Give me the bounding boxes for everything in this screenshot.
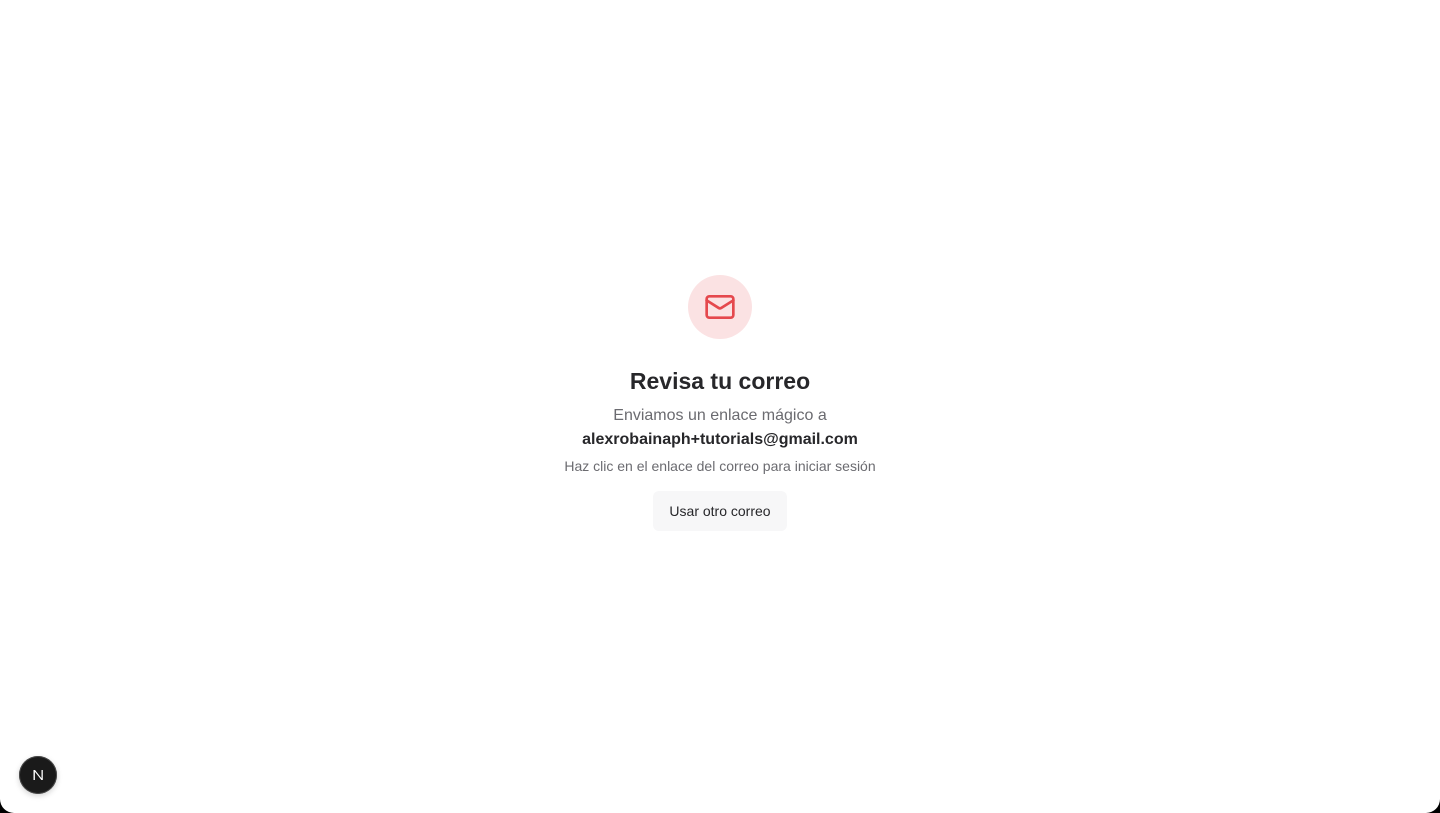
use-another-email-button[interactable]: Usar otro correo (653, 491, 787, 531)
instruction-text: Haz clic en el enlace del correo para in… (564, 458, 876, 474)
window-corner-right (1426, 799, 1440, 813)
window-corner-left (0, 799, 14, 813)
email-address: alexrobainaph+tutorials@gmail.com (582, 431, 858, 448)
mail-icon-badge (688, 275, 752, 339)
nextjs-dev-indicator[interactable] (19, 756, 57, 794)
nextjs-logo-icon (33, 770, 43, 780)
page: Revisa tu correo Enviamos un enlace mági… (0, 0, 1440, 813)
mail-icon (705, 295, 735, 319)
check-email-panel: Revisa tu correo Enviamos un enlace mági… (0, 275, 1440, 531)
page-title: Revisa tu correo (629, 368, 811, 394)
sent-message: Enviamos un enlace mágico a (613, 407, 827, 424)
